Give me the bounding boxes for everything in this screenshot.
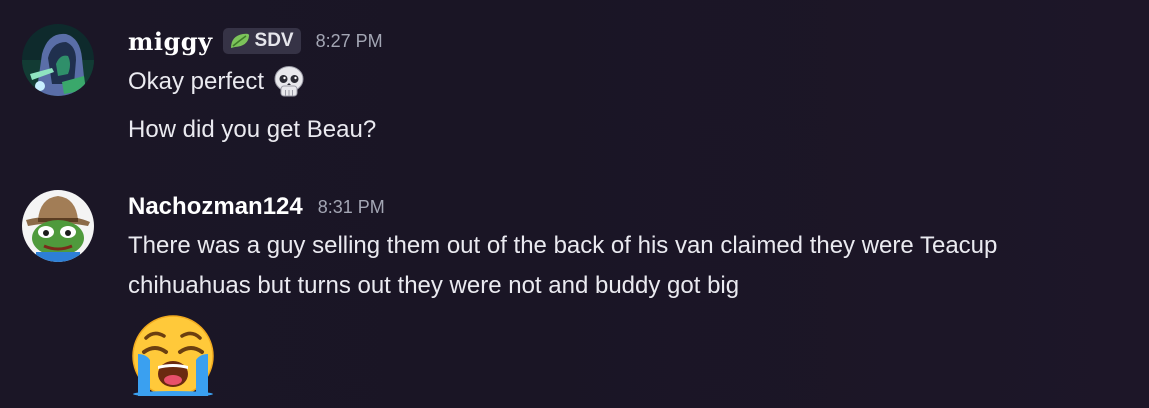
message-content: How did you get Beau?: [128, 110, 376, 150]
avatar-nachozman124[interactable]: [22, 190, 94, 262]
server-tag-text: SDV: [254, 30, 294, 51]
message-text: Okay perfect: [128, 68, 265, 95]
loudly-crying-face-emoji-icon[interactable]: [128, 314, 218, 401]
message-header: miggy SDV 8:27 PM: [128, 26, 383, 56]
message-content: There was a guy selling them out of the …: [128, 226, 997, 266]
message-header: Nachozman124 8:31 PM: [128, 192, 385, 222]
username[interactable]: Nachozman124: [128, 193, 303, 221]
hooded-figure-avatar-icon: [22, 24, 94, 96]
message-text: chihuahuas but turns out they were not a…: [128, 272, 740, 299]
message-text: How did you get Beau?: [128, 116, 377, 143]
skull-emoji-icon[interactable]: [272, 65, 306, 99]
leaf-icon: [230, 33, 249, 48]
timestamp[interactable]: 8:27 PM: [316, 31, 383, 52]
message-content: Okay perfect: [128, 62, 306, 102]
timestamp[interactable]: 8:31 PM: [318, 197, 385, 218]
cowboy-frog-avatar-icon: [22, 190, 94, 262]
avatar-miggy[interactable]: [22, 24, 94, 96]
username[interactable]: miggy: [128, 27, 213, 56]
message-content: chihuahuas but turns out they were not a…: [128, 266, 739, 306]
server-tag-badge[interactable]: SDV: [222, 28, 301, 54]
message-text: There was a guy selling them out of the …: [128, 232, 998, 259]
